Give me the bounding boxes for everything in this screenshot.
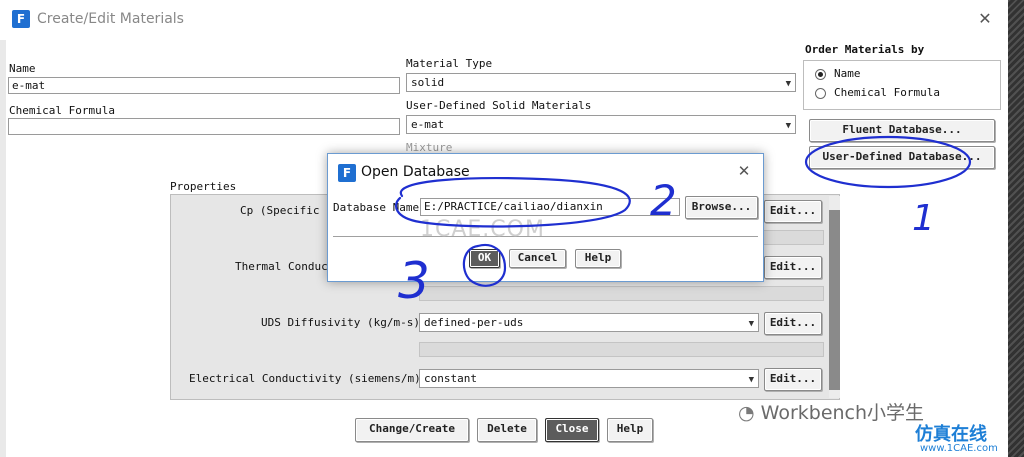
help-button[interactable]: Help	[607, 418, 653, 442]
material-type-label: Material Type	[406, 57, 493, 70]
uds-diffusivity-value-bar	[419, 342, 824, 357]
watermark-center: 1CAE.COM	[420, 217, 545, 242]
name-field[interactable]: e-mat	[8, 77, 400, 94]
dialog-title: Open Database	[361, 164, 470, 180]
close-button[interactable]: Close	[545, 418, 599, 442]
electrical-conductivity-select[interactable]: constant ▼	[419, 369, 759, 388]
user-defined-materials-value: e-mat	[411, 118, 445, 131]
user-defined-materials-label: User-Defined Solid Materials	[406, 99, 592, 112]
property-label-uds-diffusivity: UDS Diffusivity (kg/m-s)	[261, 316, 420, 329]
left-background-strip	[0, 40, 6, 457]
cancel-button[interactable]: Cancel	[509, 249, 566, 268]
dialog-separator	[333, 236, 758, 237]
watermark-wechat-text: ◔ Workbench小学生	[738, 398, 924, 425]
property-label-electrical-conductivity: Electrical Conductivity (siemens/m)	[189, 372, 421, 385]
property-label-cp: Cp (Specific	[240, 204, 320, 217]
title-bar: F Create/Edit Materials ✕	[0, 0, 1008, 38]
edit-uds-diffusivity-button[interactable]: Edit...	[764, 312, 822, 335]
chevron-down-icon: ▼	[785, 121, 791, 131]
user-defined-database-button[interactable]: User-Defined Database...	[809, 146, 995, 169]
ok-button[interactable]: OK	[469, 249, 500, 268]
order-materials-label: Order Materials by	[805, 43, 925, 56]
name-label: Name	[9, 62, 36, 75]
fluent-database-button[interactable]: Fluent Database...	[809, 119, 995, 142]
fluent-app-icon: F	[338, 164, 356, 182]
edit-thermal-conductivity-button[interactable]: Edit...	[764, 256, 822, 279]
close-icon[interactable]: ✕	[974, 9, 996, 29]
background-mesh-edge	[1008, 0, 1024, 457]
edit-cp-button[interactable]: Edit...	[764, 200, 822, 223]
properties-label: Properties	[170, 180, 237, 193]
thermal-conductivity-value-bar	[419, 286, 824, 301]
fluent-app-icon: F	[12, 10, 30, 28]
edit-electrical-conductivity-button[interactable]: Edit...	[764, 368, 822, 391]
uds-diffusivity-select[interactable]: defined-per-uds ▼	[419, 313, 759, 332]
window-title: Create/Edit Materials	[37, 11, 184, 27]
chevron-down-icon: ▼	[785, 79, 791, 89]
change-create-button[interactable]: Change/Create	[355, 418, 469, 442]
chevron-down-icon: ▼	[748, 319, 754, 329]
watermark-wechat: Workbench小学生	[760, 402, 925, 424]
open-database-dialog: F Open Database ✕ Database Name E:/PRACT…	[327, 153, 764, 282]
database-name-label: Database Name	[333, 201, 420, 214]
properties-scrollbar-thumb[interactable]	[829, 210, 840, 390]
material-type-value: solid	[411, 76, 445, 89]
order-materials-group	[803, 60, 1001, 110]
property-label-thermal-conductivity: Thermal Conduc	[235, 260, 328, 273]
database-name-field[interactable]: E:/PRACTICE/cailiao/dianxin	[420, 198, 680, 216]
electrical-conductivity-value: constant	[424, 372, 477, 385]
watermark-site-url: www.1CAE.com	[920, 443, 998, 454]
user-defined-materials-select[interactable]: e-mat ▼	[406, 115, 796, 134]
dialog-close-icon[interactable]: ✕	[733, 162, 755, 184]
uds-diffusivity-value: defined-per-uds	[424, 316, 524, 329]
wechat-icon: ◔	[738, 402, 755, 424]
delete-button[interactable]: Delete	[477, 418, 537, 442]
chevron-down-icon: ▼	[748, 375, 754, 385]
chemical-formula-label: Chemical Formula	[9, 104, 115, 117]
dialog-help-button[interactable]: Help	[575, 249, 621, 268]
order-by-formula-radio[interactable]	[815, 88, 826, 99]
order-by-name-label: Name	[834, 67, 861, 80]
order-by-name-radio[interactable]	[815, 69, 826, 80]
browse-button[interactable]: Browse...	[685, 196, 758, 219]
order-by-formula-label: Chemical Formula	[834, 86, 940, 99]
material-type-select[interactable]: solid ▼	[406, 73, 796, 92]
chemical-formula-field[interactable]	[8, 118, 400, 135]
